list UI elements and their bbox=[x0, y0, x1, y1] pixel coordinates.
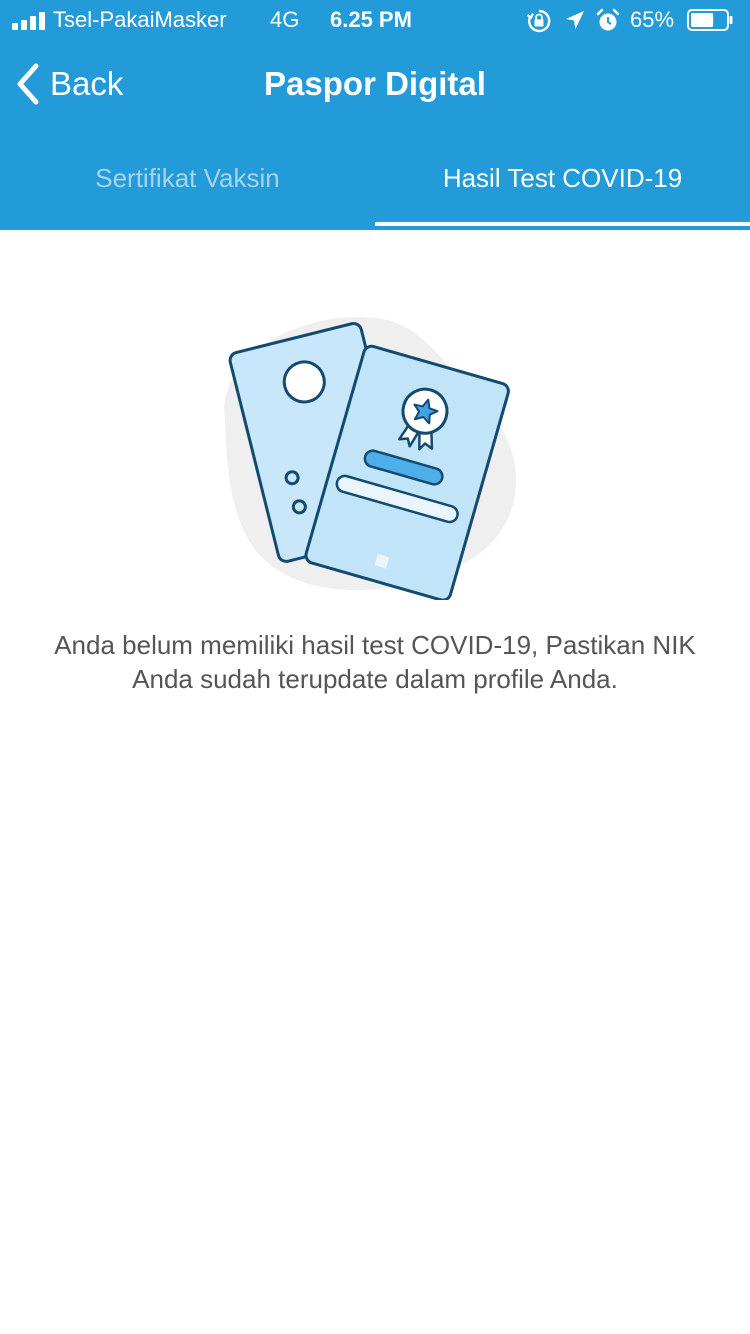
network-type: 4G bbox=[270, 7, 300, 32]
app-header: Tsel-PakaiMasker 4G 6.25 PM 65% Back Pas… bbox=[0, 0, 750, 230]
active-tab-indicator bbox=[375, 222, 750, 226]
alarm-icon bbox=[596, 8, 620, 31]
back-label: Back bbox=[50, 65, 124, 102]
chevron-left-icon bbox=[17, 63, 39, 105]
tab-label: Hasil Test COVID-19 bbox=[442, 163, 683, 193]
location-icon bbox=[566, 11, 584, 29]
tab-hasil-test-covid[interactable]: Hasil Test COVID-19 bbox=[375, 130, 750, 230]
signal-icon bbox=[12, 12, 48, 30]
battery-percentage: 65% bbox=[630, 7, 675, 32]
empty-state-message: Anda belum memiliki hasil test COVID-19,… bbox=[54, 630, 696, 694]
tab-bar: Sertifikat Vaksin Hasil Test COVID-19 bbox=[0, 130, 750, 230]
certificate-documents-illustration bbox=[224, 317, 517, 600]
status-time: 6.25 PM bbox=[330, 7, 412, 32]
orientation-lock-icon bbox=[526, 9, 551, 33]
tab-label: Sertifikat Vaksin bbox=[95, 163, 280, 193]
tab-sertifikat-vaksin[interactable]: Sertifikat Vaksin bbox=[0, 130, 375, 230]
carrier-name: Tsel-PakaiMasker bbox=[53, 7, 227, 32]
status-bar: Tsel-PakaiMasker 4G 6.25 PM 65% bbox=[0, 0, 750, 40]
back-button[interactable]: Back bbox=[14, 58, 123, 110]
battery-icon bbox=[687, 9, 733, 31]
